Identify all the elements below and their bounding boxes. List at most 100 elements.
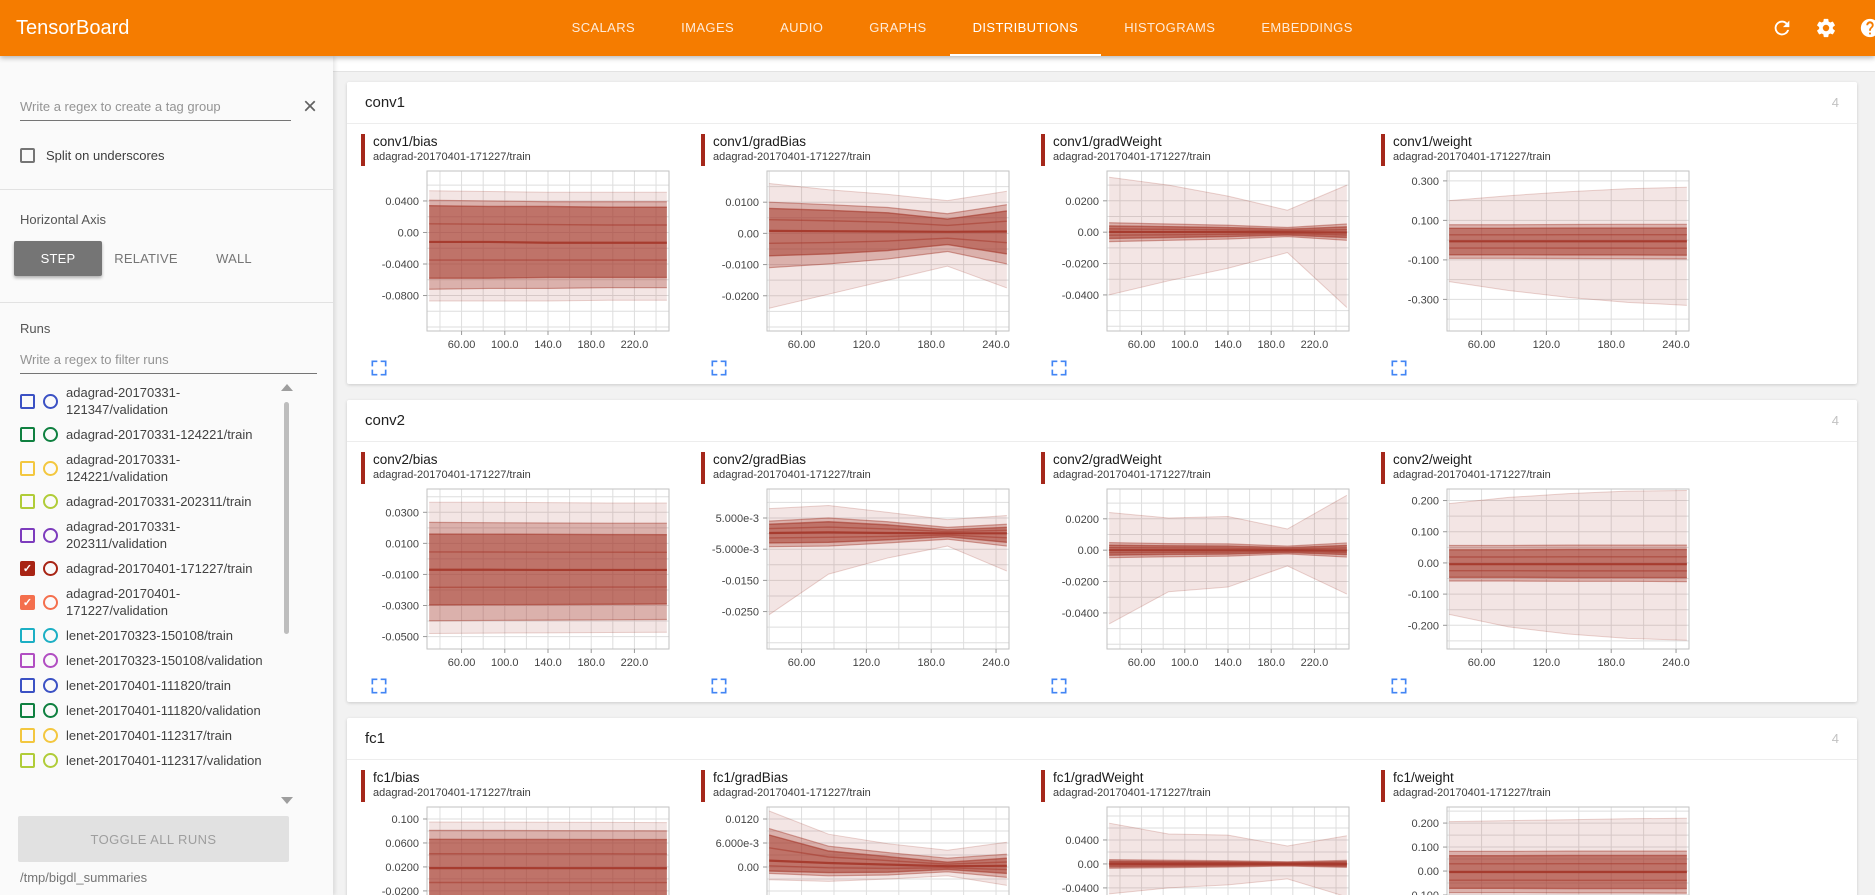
run-item[interactable]: ✓adagrad-20170401-171227/train bbox=[20, 556, 281, 581]
tab-embeddings[interactable]: EMBEDDINGS bbox=[1238, 0, 1375, 56]
expand-icon[interactable] bbox=[1389, 676, 1409, 696]
svg-text:-0.200: -0.200 bbox=[1408, 620, 1439, 632]
run-checkbox[interactable] bbox=[20, 703, 35, 718]
run-radio[interactable] bbox=[43, 595, 58, 610]
expand-icon[interactable] bbox=[1049, 358, 1069, 378]
expand-icon[interactable] bbox=[709, 676, 729, 696]
svg-text:60.00: 60.00 bbox=[448, 339, 476, 351]
run-item[interactable]: ✓adagrad-20170401-171227/validation bbox=[20, 581, 281, 623]
expand-icon[interactable] bbox=[369, 358, 389, 378]
settings-icon[interactable] bbox=[1815, 17, 1837, 39]
run-item[interactable]: lenet-20170401-112317/train bbox=[20, 723, 281, 748]
chart-title: conv1/bias bbox=[373, 134, 531, 150]
distribution-plot[interactable]: 0.2000.1000.00-0.100-0.20060.00120.0180.… bbox=[1377, 484, 1699, 674]
section-header[interactable]: conv24 bbox=[347, 400, 1857, 442]
divider bbox=[0, 189, 333, 190]
run-radio[interactable] bbox=[43, 628, 58, 643]
run-item[interactable]: adagrad-20170331-124221/validation bbox=[20, 447, 281, 489]
run-checkbox[interactable] bbox=[20, 678, 35, 693]
run-item[interactable]: lenet-20170401-111820/train bbox=[20, 673, 281, 698]
expand-icon[interactable] bbox=[709, 358, 729, 378]
run-checkbox[interactable] bbox=[20, 653, 35, 668]
run-checkbox[interactable]: ✓ bbox=[20, 595, 35, 610]
run-checkbox[interactable] bbox=[20, 528, 35, 543]
distribution-plot[interactable]: 0.04000.00-0.040060.00100.0140.0180.0220… bbox=[1037, 802, 1359, 895]
run-radio[interactable] bbox=[43, 561, 58, 576]
chart-title: fc1/bias bbox=[373, 770, 531, 786]
runs-filter-input[interactable] bbox=[20, 346, 317, 374]
run-radio[interactable] bbox=[43, 678, 58, 693]
run-item[interactable]: adagrad-20170331-121347/validation bbox=[20, 380, 281, 422]
distribution-plot[interactable]: 0.01000.00-0.0100-0.020060.00120.0180.02… bbox=[697, 166, 1019, 356]
run-item[interactable]: lenet-20170323-150108/validation bbox=[20, 648, 281, 673]
distribution-plot[interactable]: 0.1000.06000.0200-0.020060.00100.0140.01… bbox=[357, 802, 679, 895]
runs-label: Runs bbox=[20, 321, 313, 336]
refresh-icon[interactable] bbox=[1771, 17, 1793, 39]
chart-title: conv1/gradBias bbox=[713, 134, 871, 150]
expand-icon[interactable] bbox=[369, 676, 389, 696]
run-item[interactable]: lenet-20170323-150108/train bbox=[20, 623, 281, 648]
run-item[interactable]: adagrad-20170331-202311/validation bbox=[20, 514, 281, 556]
svg-text:240.0: 240.0 bbox=[1662, 339, 1690, 351]
expand-icon[interactable] bbox=[1389, 358, 1409, 378]
run-item[interactable]: adagrad-20170331-202311/train bbox=[20, 489, 281, 514]
section-header[interactable]: conv14 bbox=[347, 82, 1857, 124]
tab-scalars[interactable]: SCALARS bbox=[549, 0, 659, 56]
toggle-all-runs-button[interactable]: TOGGLE ALL RUNS bbox=[18, 816, 289, 862]
scroll-up-icon[interactable] bbox=[281, 384, 293, 391]
axis-option-relative[interactable]: RELATIVE bbox=[102, 241, 190, 276]
run-item[interactable]: lenet-20170401-112317/validation bbox=[20, 748, 281, 773]
tab-histograms[interactable]: HISTOGRAMS bbox=[1101, 0, 1238, 56]
axis-option-step[interactable]: STEP bbox=[14, 241, 102, 276]
distribution-plot[interactable]: 0.01206.000e-30.0060.00120.0180.0240.0 bbox=[697, 802, 1019, 895]
distribution-plot[interactable]: 5.000e-3-5.000e-3-0.0150-0.025060.00120.… bbox=[697, 484, 1019, 674]
distribution-plot[interactable]: 0.2000.1000.00-0.10060.00120.0180.0240.0 bbox=[1377, 802, 1699, 895]
run-radio[interactable] bbox=[43, 653, 58, 668]
help-icon[interactable] bbox=[1859, 17, 1875, 39]
distribution-plot[interactable]: 0.04000.00-0.0400-0.080060.00100.0140.01… bbox=[357, 166, 679, 356]
run-radio[interactable] bbox=[43, 494, 58, 509]
expand-icon[interactable] bbox=[1049, 676, 1069, 696]
run-checkbox[interactable] bbox=[20, 494, 35, 509]
close-icon[interactable]: × bbox=[303, 95, 317, 119]
run-item[interactable]: adagrad-20170331-124221/train bbox=[20, 422, 281, 447]
svg-text:-0.0150: -0.0150 bbox=[722, 575, 759, 587]
run-checkbox[interactable] bbox=[20, 461, 35, 476]
distribution-plot[interactable]: 0.02000.00-0.0200-0.040060.00100.0140.01… bbox=[1037, 484, 1359, 674]
runs-scrollbar-thumb[interactable] bbox=[284, 402, 289, 634]
run-checkbox[interactable] bbox=[20, 753, 35, 768]
run-radio[interactable] bbox=[43, 703, 58, 718]
chart-accent-bar bbox=[1041, 770, 1045, 802]
run-checkbox[interactable] bbox=[20, 728, 35, 743]
tag-filter-input[interactable] bbox=[20, 93, 291, 121]
run-checkbox[interactable] bbox=[20, 628, 35, 643]
svg-text:100.0: 100.0 bbox=[491, 339, 519, 351]
split-on-underscores-checkbox[interactable]: Split on underscores bbox=[20, 148, 313, 163]
run-item[interactable]: lenet-20170401-111820/validation bbox=[20, 698, 281, 723]
distribution-plot[interactable]: 0.03000.0100-0.0100-0.0300-0.050060.0010… bbox=[357, 484, 679, 674]
checkbox-box-icon[interactable] bbox=[20, 148, 35, 163]
run-radio[interactable] bbox=[43, 394, 58, 409]
run-radio[interactable] bbox=[43, 753, 58, 768]
tab-audio[interactable]: AUDIO bbox=[757, 0, 846, 56]
run-checkbox[interactable] bbox=[20, 394, 35, 409]
chart-fc1-bias: fc1/biasadagrad-20170401-171227/train0.1… bbox=[357, 766, 697, 895]
run-radio[interactable] bbox=[43, 528, 58, 543]
section-header[interactable]: fc14 bbox=[347, 718, 1857, 760]
tag-section-conv2: conv24conv2/biasadagrad-20170401-171227/… bbox=[347, 400, 1857, 702]
tab-images[interactable]: IMAGES bbox=[658, 0, 757, 56]
run-checkbox[interactable] bbox=[20, 427, 35, 442]
tab-distributions[interactable]: DISTRIBUTIONS bbox=[950, 0, 1102, 56]
scroll-down-icon[interactable] bbox=[281, 797, 293, 804]
chart-title: conv2/gradBias bbox=[713, 452, 871, 468]
svg-text:-0.100: -0.100 bbox=[1408, 589, 1439, 601]
run-radio[interactable] bbox=[43, 427, 58, 442]
distribution-plot[interactable]: 0.3000.100-0.100-0.30060.00120.0180.0240… bbox=[1377, 166, 1699, 356]
run-checkbox[interactable]: ✓ bbox=[20, 561, 35, 576]
distribution-plot[interactable]: 0.02000.00-0.0200-0.040060.00100.0140.01… bbox=[1037, 166, 1359, 356]
svg-text:60.00: 60.00 bbox=[788, 339, 816, 351]
run-radio[interactable] bbox=[43, 461, 58, 476]
tab-graphs[interactable]: GRAPHS bbox=[846, 0, 949, 56]
run-radio[interactable] bbox=[43, 728, 58, 743]
axis-option-wall[interactable]: WALL bbox=[190, 241, 278, 276]
